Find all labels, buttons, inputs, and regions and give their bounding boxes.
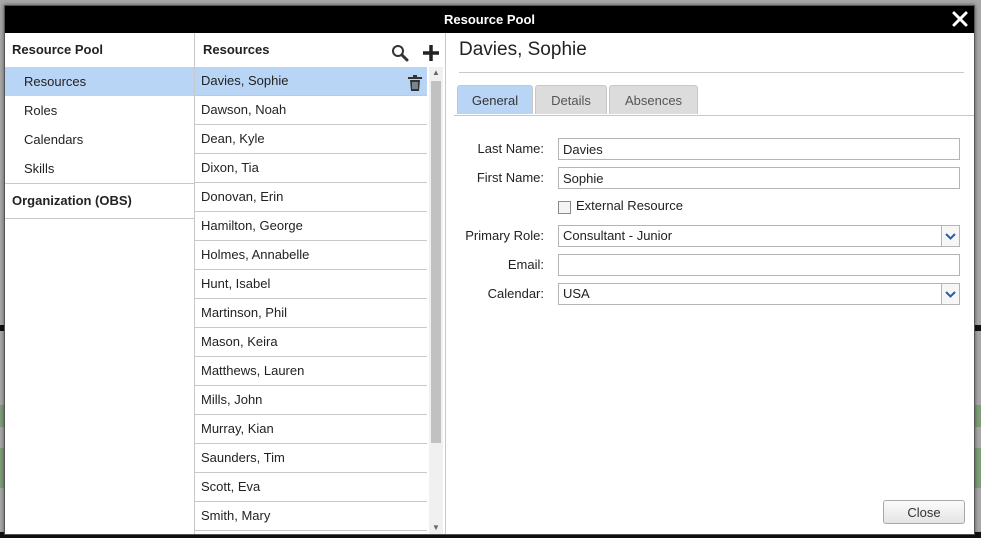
resource-list-title: Resources [203, 42, 270, 57]
calendar-value: USA [563, 286, 590, 301]
chevron-down-icon[interactable] [941, 226, 959, 246]
email-label: Email: [507, 257, 544, 272]
list-item[interactable]: Murray, Kian [195, 415, 427, 444]
list-item[interactable]: Mills, John [195, 386, 427, 415]
sidebar-item-organization[interactable]: Organization (OBS) [5, 183, 194, 219]
list-scrollbar[interactable]: ▲ ▼ [429, 67, 443, 534]
list-item[interactable]: Donovan, Erin [195, 183, 427, 212]
last-name-input[interactable] [558, 138, 960, 160]
resource-list-panel: Resources Davies, Sophie Dawson, Noah De… [195, 33, 446, 534]
list-item[interactable]: Dixon, Tia [195, 154, 427, 183]
tab-details[interactable]: Details [535, 85, 607, 114]
tab-bar: General Details Absences [454, 85, 974, 116]
tab-absences[interactable]: Absences [609, 85, 698, 114]
external-resource-checkbox[interactable] [558, 201, 571, 214]
page-title: Davies, Sophie [459, 39, 964, 73]
tab-general[interactable]: General [457, 85, 533, 114]
primary-role-label: Primary Role: [465, 228, 544, 243]
list-item[interactable]: Hamilton, George [195, 212, 427, 241]
first-name-label: First Name: [476, 170, 544, 185]
last-name-label: Last Name: [477, 141, 544, 156]
sidebar-item-calendars[interactable]: Calendars [5, 125, 194, 154]
resource-list: Davies, Sophie Dawson, Noah Dean, Kyle D… [195, 67, 427, 534]
sidebar: Resource Pool Resources Roles Calendars … [5, 33, 195, 534]
resource-detail-panel: Davies, Sophie General Details Absences … [454, 33, 974, 534]
sidebar-item-roles[interactable]: Roles [5, 96, 194, 125]
scroll-up-icon[interactable]: ▲ [429, 67, 443, 79]
calendar-select[interactable]: USA [558, 283, 960, 305]
search-icon[interactable] [391, 41, 409, 62]
trash-icon[interactable] [408, 73, 422, 91]
first-name-input[interactable] [558, 167, 960, 189]
resource-list-header: Resources [195, 33, 445, 67]
sidebar-header: Resource Pool [12, 42, 104, 57]
list-item[interactable]: Matthews, Lauren [195, 357, 427, 386]
list-item[interactable]: Dean, Kyle [195, 125, 427, 154]
scroll-down-icon[interactable]: ▼ [429, 522, 443, 534]
primary-role-value: Consultant - Junior [563, 228, 673, 243]
list-item[interactable]: Martinson, Phil [195, 299, 427, 328]
external-resource-label: External Resource [576, 198, 683, 213]
scroll-thumb[interactable] [431, 81, 441, 443]
add-icon[interactable] [422, 41, 440, 61]
sidebar-item-skills[interactable]: Skills [5, 154, 194, 183]
list-item[interactable]: Davies, Sophie [195, 67, 427, 96]
list-item[interactable]: Smith, Mary [195, 502, 427, 531]
close-icon[interactable] [950, 9, 970, 29]
list-item[interactable]: Mason, Keira [195, 328, 427, 357]
close-button[interactable]: Close [883, 500, 965, 524]
sidebar-item-resources[interactable]: Resources [5, 67, 194, 96]
list-item[interactable]: Hunt, Isabel [195, 270, 427, 299]
dialog-title: Resource Pool [5, 6, 974, 33]
email-input[interactable] [558, 254, 960, 276]
list-item[interactable]: Dawson, Noah [195, 96, 427, 125]
chevron-down-icon[interactable] [941, 284, 959, 304]
calendar-label: Calendar: [487, 286, 544, 301]
list-item[interactable]: Holmes, Annabelle [195, 241, 427, 270]
list-item[interactable]: Scott, Eva [195, 473, 427, 502]
list-item[interactable]: Saunders, Tim [195, 444, 427, 473]
resource-pool-dialog: Resource Pool Resource Pool Resources Ro… [4, 5, 975, 535]
primary-role-select[interactable]: Consultant - Junior [558, 225, 960, 247]
